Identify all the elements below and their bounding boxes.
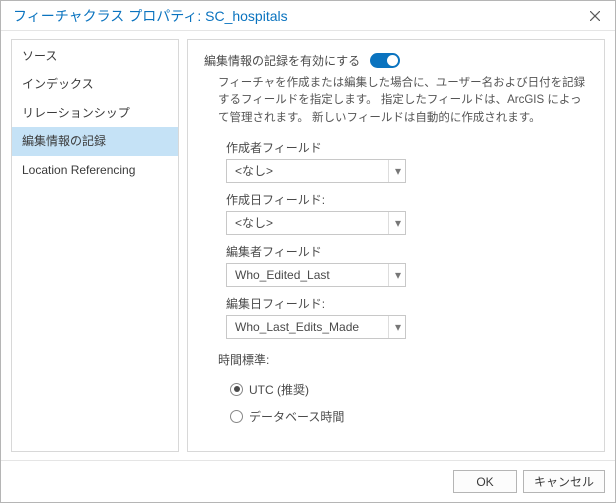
sidebar-item-label: ソース bbox=[22, 49, 57, 63]
dropdown-value: <なし> bbox=[235, 214, 273, 231]
sidebar-item-editor-tracking[interactable]: 編集情報の記録 bbox=[12, 127, 178, 155]
window-title: フィーチャクラス プロパティ: SC_hospitals bbox=[13, 6, 288, 26]
close-icon bbox=[590, 11, 600, 21]
chevron-down-icon: ▾ bbox=[388, 264, 401, 286]
creator-field-dropdown[interactable]: <なし> ▾ bbox=[226, 159, 406, 183]
ok-button[interactable]: OK bbox=[453, 470, 517, 493]
sidebar-item-source[interactable]: ソース bbox=[12, 42, 178, 70]
radio-utc-row[interactable]: UTC (推奨) bbox=[230, 376, 588, 403]
edit-date-field-label: 編集日フィールド: bbox=[226, 295, 588, 312]
create-date-field-dropdown[interactable]: <なし> ▾ bbox=[226, 211, 406, 235]
main-panel: 編集情報の記録を有効にする フィーチャを作成または編集した場合に、ユーザー名およ… bbox=[187, 39, 605, 452]
cancel-button[interactable]: キャンセル bbox=[523, 470, 605, 493]
content-area: ソース インデックス リレーションシップ 編集情報の記録 Location Re… bbox=[1, 31, 615, 460]
editor-field-label: 編集者フィールド bbox=[226, 243, 588, 260]
sidebar-item-relationships[interactable]: リレーションシップ bbox=[12, 99, 178, 127]
dropdown-value: <なし> bbox=[235, 162, 273, 179]
time-standard-label: 時間標準: bbox=[218, 351, 588, 368]
editor-field-dropdown[interactable]: Who_Edited_Last ▾ bbox=[226, 263, 406, 287]
time-standard-radio-group: UTC (推奨) データベース時間 bbox=[230, 376, 588, 430]
button-label: OK bbox=[476, 475, 493, 489]
radio-db-label: データベース時間 bbox=[249, 408, 344, 425]
chevron-down-icon: ▾ bbox=[388, 316, 401, 338]
create-date-field-group: 作成日フィールド: <なし> ▾ bbox=[226, 191, 588, 235]
sidebar-item-label: 編集情報の記録 bbox=[22, 134, 106, 148]
radio-utc[interactable] bbox=[230, 383, 243, 396]
sidebar-item-label: Location Referencing bbox=[22, 163, 135, 177]
dropdown-value: Who_Edited_Last bbox=[235, 268, 330, 282]
radio-utc-label: UTC (推奨) bbox=[249, 381, 309, 398]
sidebar-item-label: インデックス bbox=[22, 77, 94, 91]
close-button[interactable] bbox=[575, 1, 615, 31]
sidebar-item-index[interactable]: インデックス bbox=[12, 70, 178, 98]
chevron-down-icon: ▾ bbox=[388, 212, 401, 234]
titlebar: フィーチャクラス プロパティ: SC_hospitals bbox=[1, 1, 615, 31]
editor-field-group: 編集者フィールド Who_Edited_Last ▾ bbox=[226, 243, 588, 287]
edit-date-field-dropdown[interactable]: Who_Last_Edits_Made ▾ bbox=[226, 315, 406, 339]
chevron-down-icon: ▾ bbox=[388, 160, 401, 182]
details-link[interactable]: 編集情報の記録の詳細 bbox=[204, 450, 324, 452]
creator-field-group: 作成者フィールド <なし> ▾ bbox=[226, 139, 588, 183]
description-text: フィーチャを作成または編集した場合に、ユーザー名および日付を記録するフィールドを… bbox=[218, 75, 588, 127]
sidebar-item-label: リレーションシップ bbox=[22, 106, 130, 120]
enable-tracking-label: 編集情報の記録を有効にする bbox=[204, 52, 360, 69]
dropdown-value: Who_Last_Edits_Made bbox=[235, 320, 359, 334]
sidebar-item-location-referencing[interactable]: Location Referencing bbox=[12, 156, 178, 184]
edit-date-field-group: 編集日フィールド: Who_Last_Edits_Made ▾ bbox=[226, 295, 588, 339]
enable-tracking-toggle[interactable] bbox=[370, 53, 400, 68]
button-label: キャンセル bbox=[534, 473, 594, 490]
create-date-field-label: 作成日フィールド: bbox=[226, 191, 588, 208]
creator-field-label: 作成者フィールド bbox=[226, 139, 588, 156]
sidebar: ソース インデックス リレーションシップ 編集情報の記録 Location Re… bbox=[11, 39, 179, 452]
enable-tracking-row: 編集情報の記録を有効にする bbox=[204, 52, 588, 69]
footer: OK キャンセル bbox=[1, 460, 615, 502]
radio-db[interactable] bbox=[230, 410, 243, 423]
radio-db-row[interactable]: データベース時間 bbox=[230, 403, 588, 430]
